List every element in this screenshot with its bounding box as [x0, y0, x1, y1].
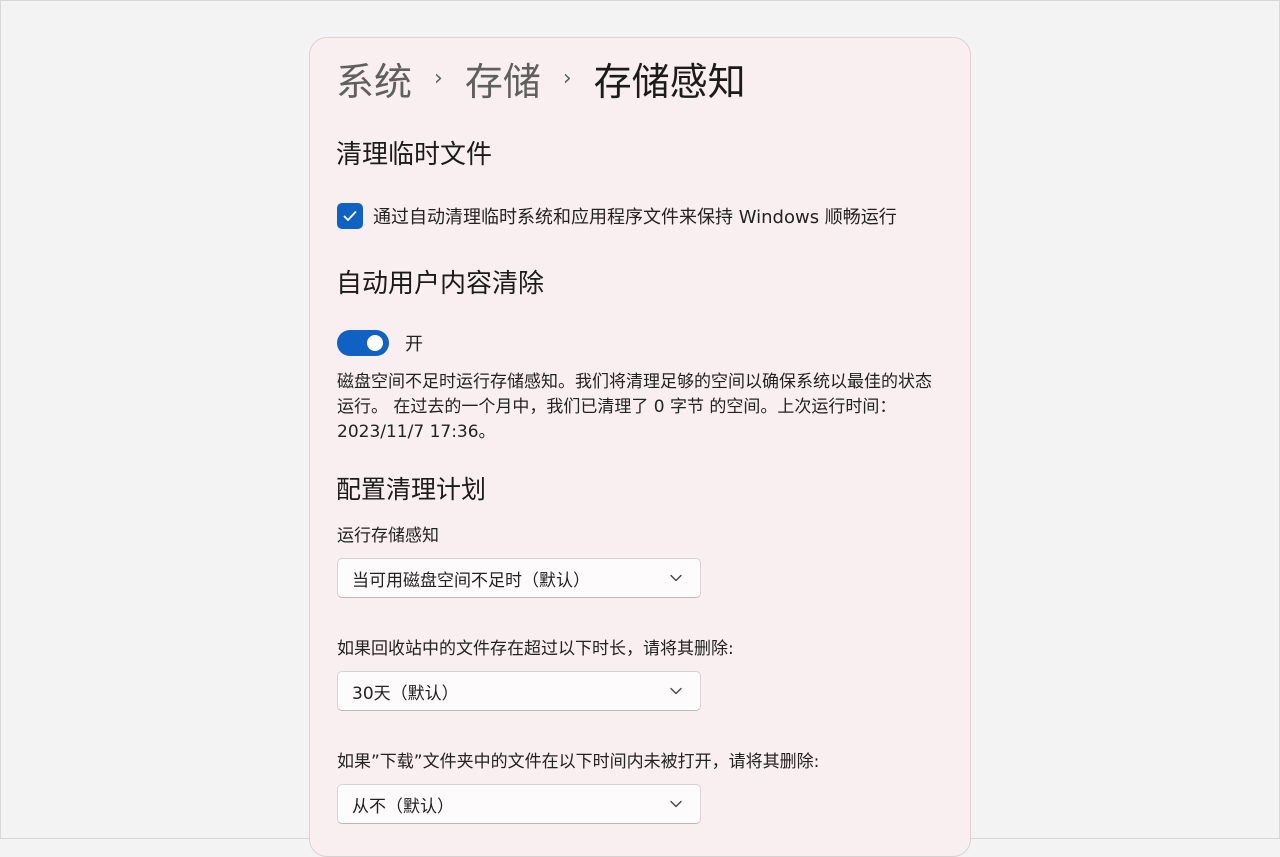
storage-sense-panel: 系统 › 存储 › 存储感知 清理临时文件 通过自动清理临时系统和应用程序文件来… — [309, 37, 971, 857]
auto-cleanup-description: 磁盘空间不足时运行存储感知。我们将清理足够的空间以确保系统以最佳的状态运行。 在… — [337, 372, 932, 442]
toggle-state-label: 开 — [405, 334, 423, 355]
chevron-down-icon — [670, 800, 682, 808]
recycle-bin-label: 如果回收站中的文件存在超过以下时长，请将其删除: — [337, 639, 734, 659]
auto-cleanup-toggle-row: 开 — [337, 330, 423, 356]
temp-files-checkbox-label: 通过自动清理临时系统和应用程序文件来保持 Windows 顺畅运行 — [373, 207, 897, 228]
window-frame: 系统 › 存储 › 存储感知 清理临时文件 通过自动清理临时系统和应用程序文件来… — [0, 0, 1280, 857]
breadcrumb-storage[interactable]: 存储 — [465, 58, 541, 106]
page-title: 存储感知 — [593, 60, 746, 104]
recycle-bin-dropdown[interactable]: 30天（默认） — [337, 671, 701, 711]
breadcrumb-system[interactable]: 系统 — [336, 58, 412, 106]
run-storage-sense-dropdown[interactable]: 当可用磁盘空间不足时（默认） — [337, 558, 701, 598]
auto-cleanup-heading: 自动用户内容清除 — [336, 269, 545, 299]
temp-files-checkbox[interactable] — [337, 203, 363, 229]
temp-files-heading: 清理临时文件 — [336, 140, 493, 170]
breadcrumb-separator-icon: › — [562, 66, 572, 91]
breadcrumb: 系统 › 存储 › 存储感知 — [336, 58, 746, 106]
downloads-label: 如果”下载”文件夹中的文件在以下时间内未被打开，请将其删除: — [337, 752, 820, 772]
run-storage-sense-label: 运行存储感知 — [337, 526, 439, 546]
downloads-dropdown[interactable]: 从不（默认） — [337, 784, 701, 824]
chevron-down-icon — [670, 574, 682, 582]
toggle-knob — [367, 335, 383, 351]
temp-files-checkbox-row[interactable]: 通过自动清理临时系统和应用程序文件来保持 Windows 顺畅运行 — [337, 203, 897, 229]
breadcrumb-separator-icon: › — [434, 66, 443, 91]
checkmark-icon — [343, 211, 357, 221]
chevron-down-icon — [670, 687, 682, 695]
recycle-bin-value: 30天（默认） — [352, 683, 459, 704]
auto-cleanup-toggle[interactable] — [337, 330, 389, 356]
downloads-value: 从不（默认） — [352, 796, 454, 817]
run-storage-sense-value: 当可用磁盘空间不足时（默认） — [352, 570, 590, 591]
schedule-heading: 配置清理计划 — [336, 475, 487, 504]
